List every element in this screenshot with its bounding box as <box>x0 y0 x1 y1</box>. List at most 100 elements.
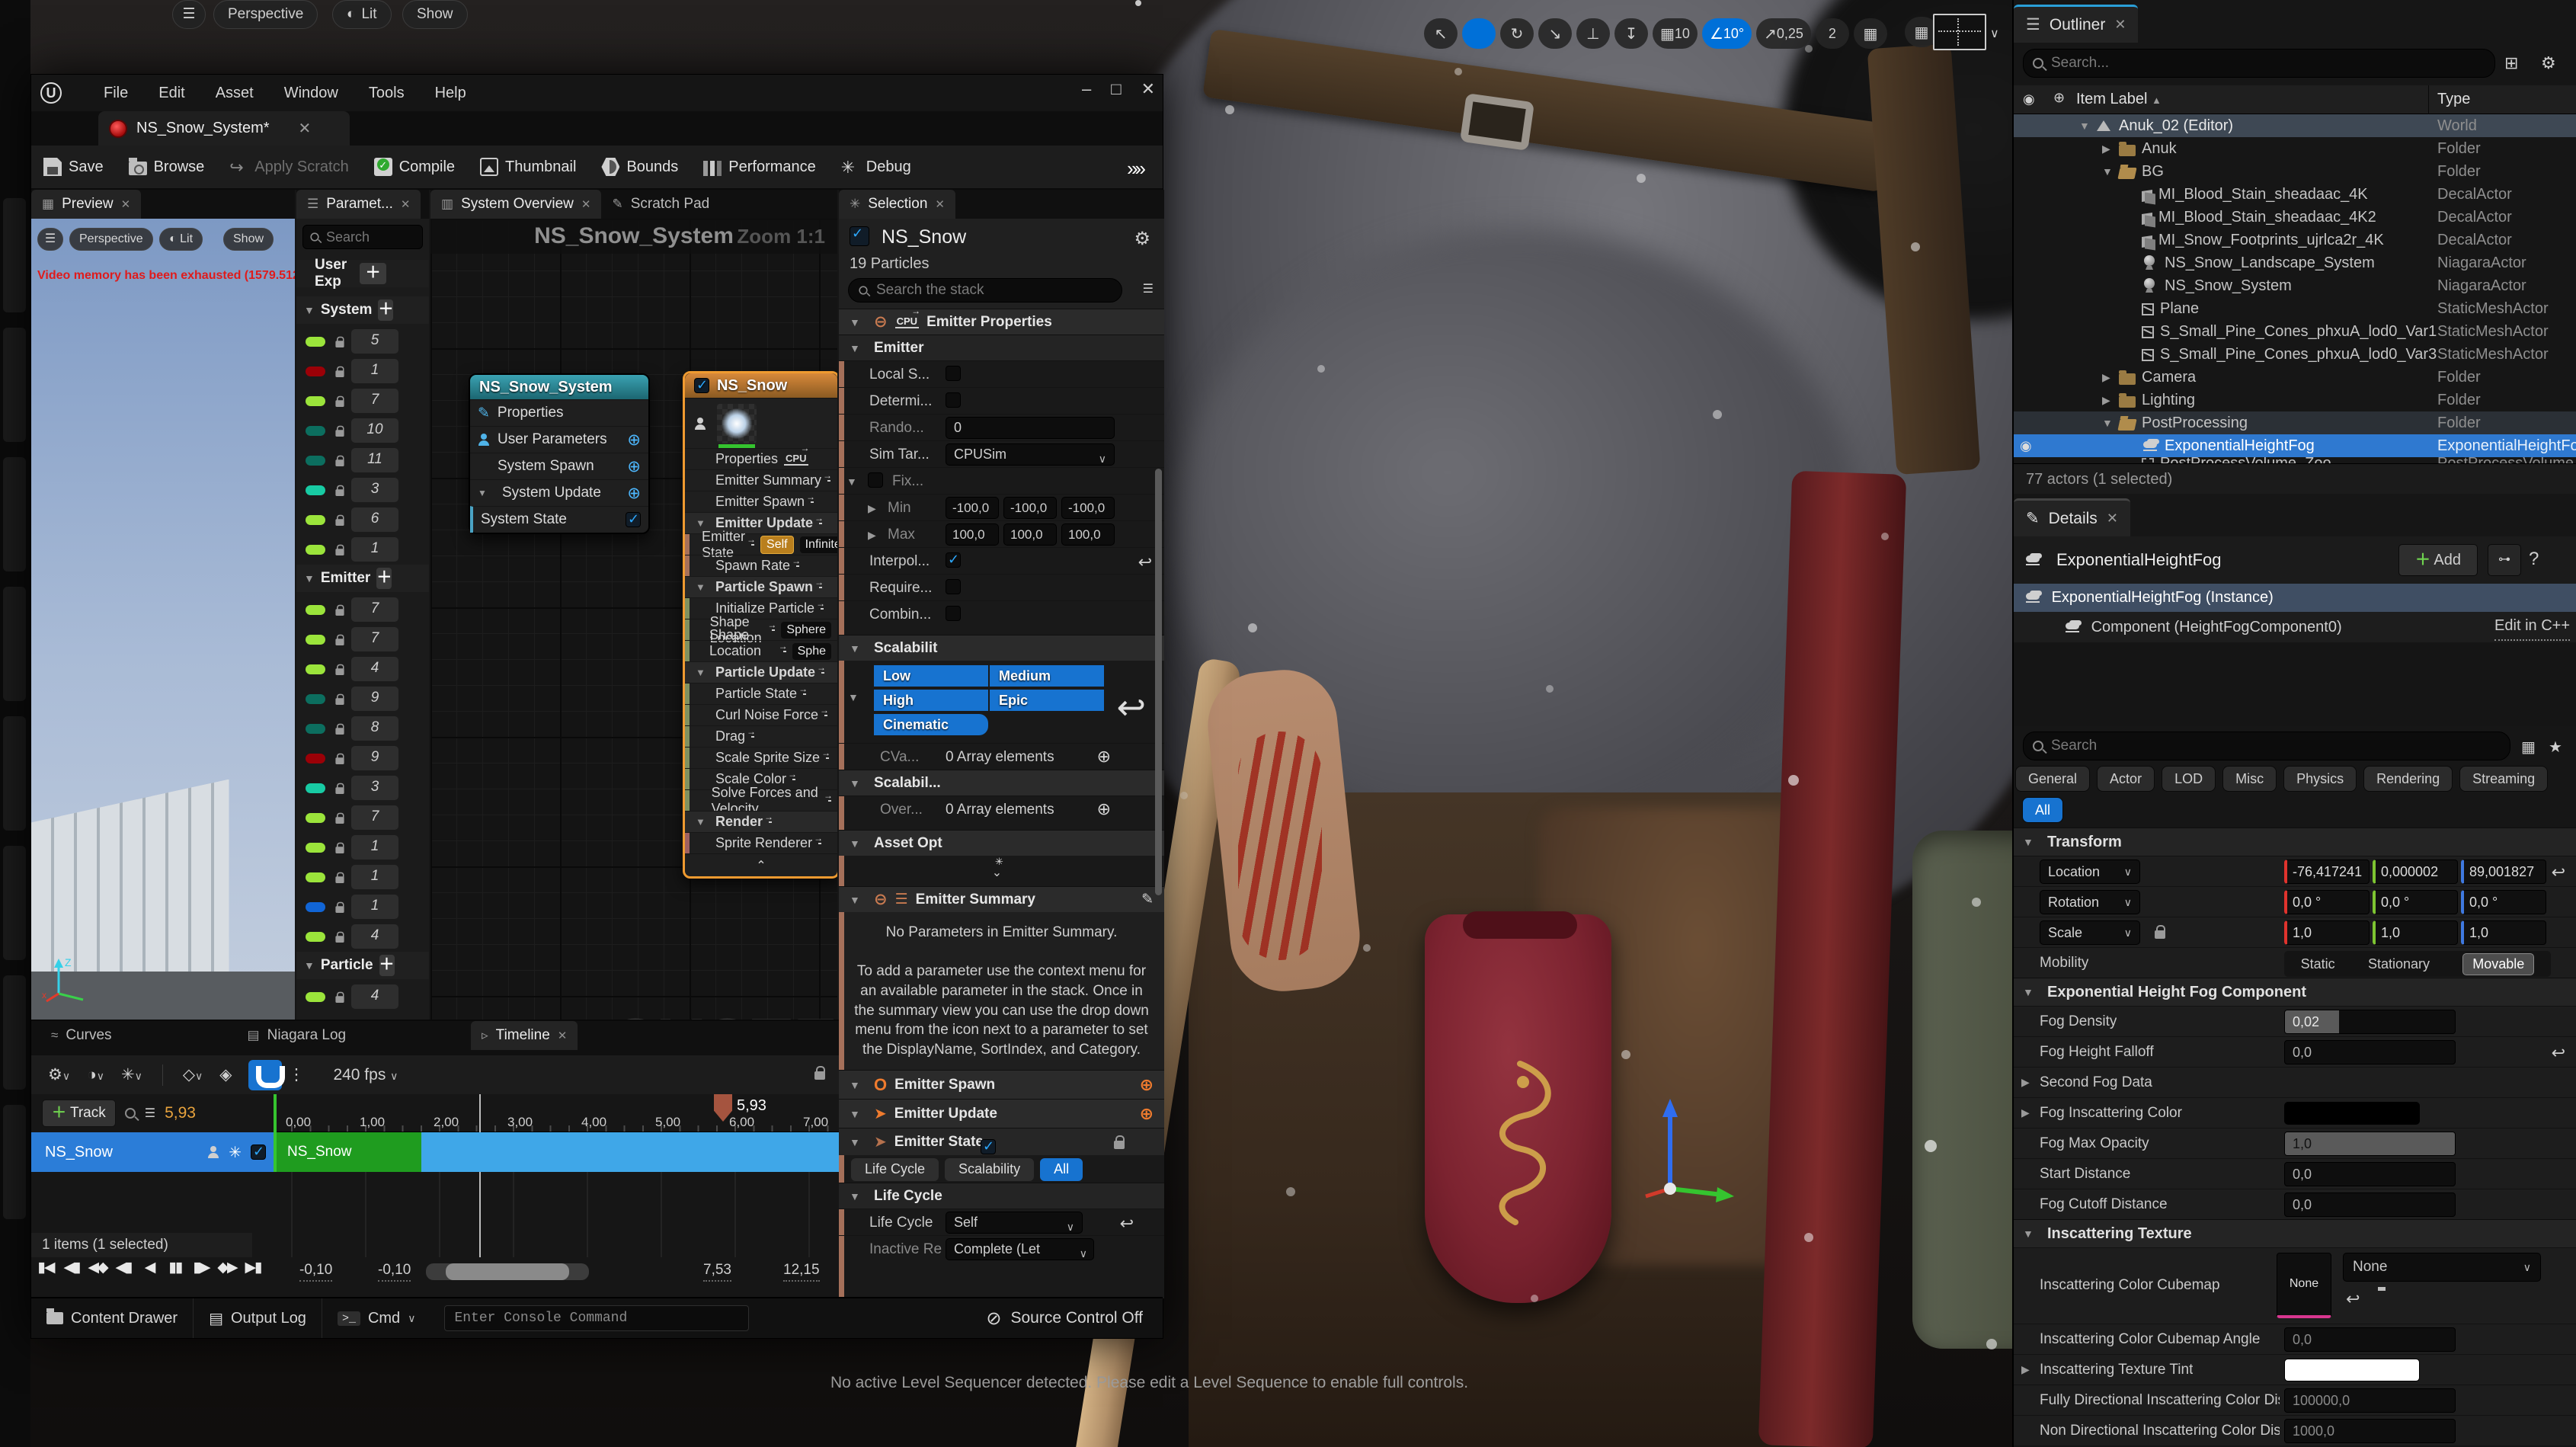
content-drawer-button[interactable]: Content Drawer <box>31 1298 194 1338</box>
tab-curves[interactable]: ≈Curves <box>40 1021 123 1050</box>
previous-key-button[interactable]: ◀▮ <box>62 1259 82 1276</box>
outliner-row[interactable]: NS_Snow_Landscape_System NiagaraActor <box>2014 251 2576 274</box>
outliner-row[interactable]: S_Small_Pine_Cones_phxuA_lod0_Var3 Stati… <box>2014 343 2576 366</box>
fog-inscattering-color-swatch[interactable] <box>2284 1102 2420 1125</box>
outliner-settings-icon[interactable]: ⚙ <box>2541 53 2556 73</box>
close-icon[interactable]: ✕ <box>121 197 131 211</box>
tab-system-overview[interactable]: ▥System Overview✕ <box>430 190 601 219</box>
toolbar-button[interactable]: Debug <box>829 146 924 188</box>
quality-epic-button[interactable]: Epic <box>990 690 1104 711</box>
move-tool[interactable] <box>1462 18 1496 49</box>
add-parameter-button[interactable]: ＋ <box>379 955 395 976</box>
parameter-row[interactable]: 7 <box>296 803 429 833</box>
emitter-module-row[interactable]: Solve Forces and Velocity <box>685 789 837 811</box>
emitter-module-row[interactable]: Sprite Renderer <box>685 832 837 853</box>
parameter-row[interactable]: 4 <box>296 982 429 1012</box>
add-array-element-icon[interactable]: ⊕ <box>1097 799 1111 819</box>
start-distance-field[interactable]: 0,0 <box>2284 1162 2456 1186</box>
emitter-module-row[interactable]: Particle Spawn <box>685 576 837 597</box>
add-icon[interactable]: ⊕ <box>627 457 641 476</box>
emitter-enabled-checkbox[interactable] <box>850 226 869 246</box>
parameters-search-input[interactable]: Search <box>302 225 423 249</box>
fog-max-opacity-slider[interactable]: 1,0 <box>2284 1132 2456 1156</box>
viewport-layout-caret[interactable]: ∨ <box>1990 26 1999 41</box>
emitter-node[interactable]: NS_Snow Properties CPU <box>683 371 837 879</box>
emitter-clip[interactable]: NS_Snow <box>277 1132 421 1172</box>
play-reverse-button[interactable]: ◀ <box>139 1259 159 1276</box>
node-collapse-button[interactable]: ⌃ <box>685 853 837 876</box>
stack-search-input[interactable]: Search the stack <box>848 278 1122 303</box>
min-y-field[interactable]: -100,0 <box>1003 497 1057 519</box>
component-tree-root[interactable]: ExponentialHeightFog (Instance) <box>2014 584 2576 612</box>
add-module-icon[interactable]: ⊕ <box>1140 1104 1154 1124</box>
scrollbar[interactable] <box>1155 469 1162 895</box>
reset-falloff-icon[interactable]: ↩ <box>2552 1043 2565 1063</box>
emitter-module-row[interactable]: Scale Sprite Size <box>685 747 837 768</box>
reset-scalability-icon[interactable]: ↩ <box>1116 687 1146 728</box>
preview-show-button[interactable]: Show <box>223 228 274 251</box>
toolbar-button[interactable]: Save <box>31 146 117 188</box>
outliner-row[interactable]: PostProcessing Folder <box>2014 411 2576 434</box>
graph-canvas[interactable]: SYSTEM NS_Snow_System Zoom 1:1 NS_Snow_S… <box>430 219 837 1020</box>
filter-icon[interactable]: ☰ <box>1143 281 1154 296</box>
preview-menu-button[interactable]: ☰ <box>37 228 63 251</box>
snap-options-dots[interactable]: ⋮ <box>288 1065 304 1084</box>
add-parameter-button[interactable]: ＋ <box>376 568 392 589</box>
emitter-module-row[interactable]: Emitter Spawn <box>685 491 837 512</box>
tab-life-cycle[interactable]: Life Cycle <box>851 1158 939 1181</box>
system-node[interactable]: NS_Snow_System ✎Properties User Paramete… <box>469 373 650 534</box>
expand-arrow-icon[interactable] <box>2079 120 2096 132</box>
cubemap-thumbnail[interactable]: None <box>2277 1253 2331 1318</box>
non-directional-field[interactable]: 1000,0 <box>2284 1419 2456 1443</box>
range-start-field[interactable]: -0,10 <box>299 1262 332 1282</box>
cmd-dropdown[interactable]: >_Cmd∨ <box>322 1298 431 1338</box>
module-enabled-checkbox[interactable] <box>981 1139 996 1154</box>
scale-x-field[interactable]: 1,0 <box>2284 920 2370 945</box>
location-x-field[interactable]: -76,417241 <box>2284 860 2370 884</box>
view-end-field[interactable]: 7,53 <box>703 1262 731 1282</box>
rotation-dropdown[interactable]: Rotation∨ <box>2040 890 2140 914</box>
expand-arrow-icon[interactable] <box>2102 165 2119 178</box>
parameter-row[interactable]: 1 <box>296 863 429 892</box>
fully-directional-field[interactable]: 100000,0 <box>2284 1388 2456 1413</box>
interpolated-checkbox[interactable] <box>946 552 961 568</box>
random-seed-field[interactable]: 0 <box>946 417 1115 439</box>
rotation-snap-toggle[interactable]: ∠ 10° <box>1702 18 1752 49</box>
transform-section-header[interactable]: Transform <box>2014 828 2576 856</box>
jump-to-start-button[interactable]: ▮◀ <box>36 1259 56 1276</box>
render-options-icon[interactable]: ✳∨ <box>121 1065 142 1084</box>
parameter-row[interactable]: 3 <box>296 773 429 803</box>
range-end-field[interactable]: 12,15 <box>783 1262 820 1282</box>
tab-parameters[interactable]: ☰Paramet...✕ <box>296 190 421 219</box>
add-module-icon[interactable]: ⊕ <box>1140 1075 1154 1095</box>
pause-button[interactable]: ▮▮ <box>165 1259 185 1276</box>
life-cycle-header[interactable]: Life Cycle <box>839 1183 1164 1209</box>
tab-outliner[interactable]: ☰ Outliner✕ <box>2014 5 2138 43</box>
help-icon[interactable]: ? <box>2529 549 2539 570</box>
console-command-input[interactable]: Enter Console Command <box>444 1305 749 1331</box>
fog-density-slider[interactable]: 0,02 <box>2284 1010 2456 1034</box>
outliner-row[interactable]: Plane StaticMeshActor <box>2014 297 2576 320</box>
filter-chip-all[interactable]: All <box>2022 797 2070 823</box>
emitter-spawn-header[interactable]: OEmitter Spawn⊕ <box>839 1070 1164 1099</box>
sim-target-dropdown[interactable]: CPUSim∨ <box>946 443 1115 466</box>
max-z-field[interactable]: 100,0 <box>1061 523 1115 546</box>
edit-in-cpp-link[interactable]: Edit in C++ <box>2494 612 2570 641</box>
tab-timeline[interactable]: ▹Timeline✕ <box>471 1021 578 1050</box>
emitter-parameters-section[interactable]: Emitter＋ <box>296 565 429 592</box>
tab-details[interactable]: ✎ Details✕ <box>2014 498 2130 536</box>
maximize-button[interactable]: □ <box>1111 79 1121 99</box>
emitter-module-row[interactable]: Curl Noise Force <box>685 704 837 725</box>
parameter-row[interactable]: 7 <box>296 625 429 655</box>
close-icon[interactable]: ✕ <box>558 1029 568 1042</box>
menu-item[interactable]: Window <box>284 85 338 102</box>
outliner-row[interactable]: Lighting Folder <box>2014 389 2576 411</box>
outliner-row[interactable]: NS_Snow_System NiagaraActor <box>2014 274 2576 297</box>
parameter-row[interactable]: 8 <box>296 714 429 744</box>
rotation-x-field[interactable]: 0,0 ° <box>2284 890 2370 914</box>
particle-parameters-section[interactable]: Particle＋ <box>296 952 429 979</box>
menu-item[interactable]: File <box>104 85 128 102</box>
texture-tint-swatch[interactable] <box>2284 1359 2420 1381</box>
location-y-field[interactable]: 0,000002 <box>2373 860 2458 884</box>
document-tab[interactable]: NS_Snow_System* ✕ <box>98 111 350 146</box>
